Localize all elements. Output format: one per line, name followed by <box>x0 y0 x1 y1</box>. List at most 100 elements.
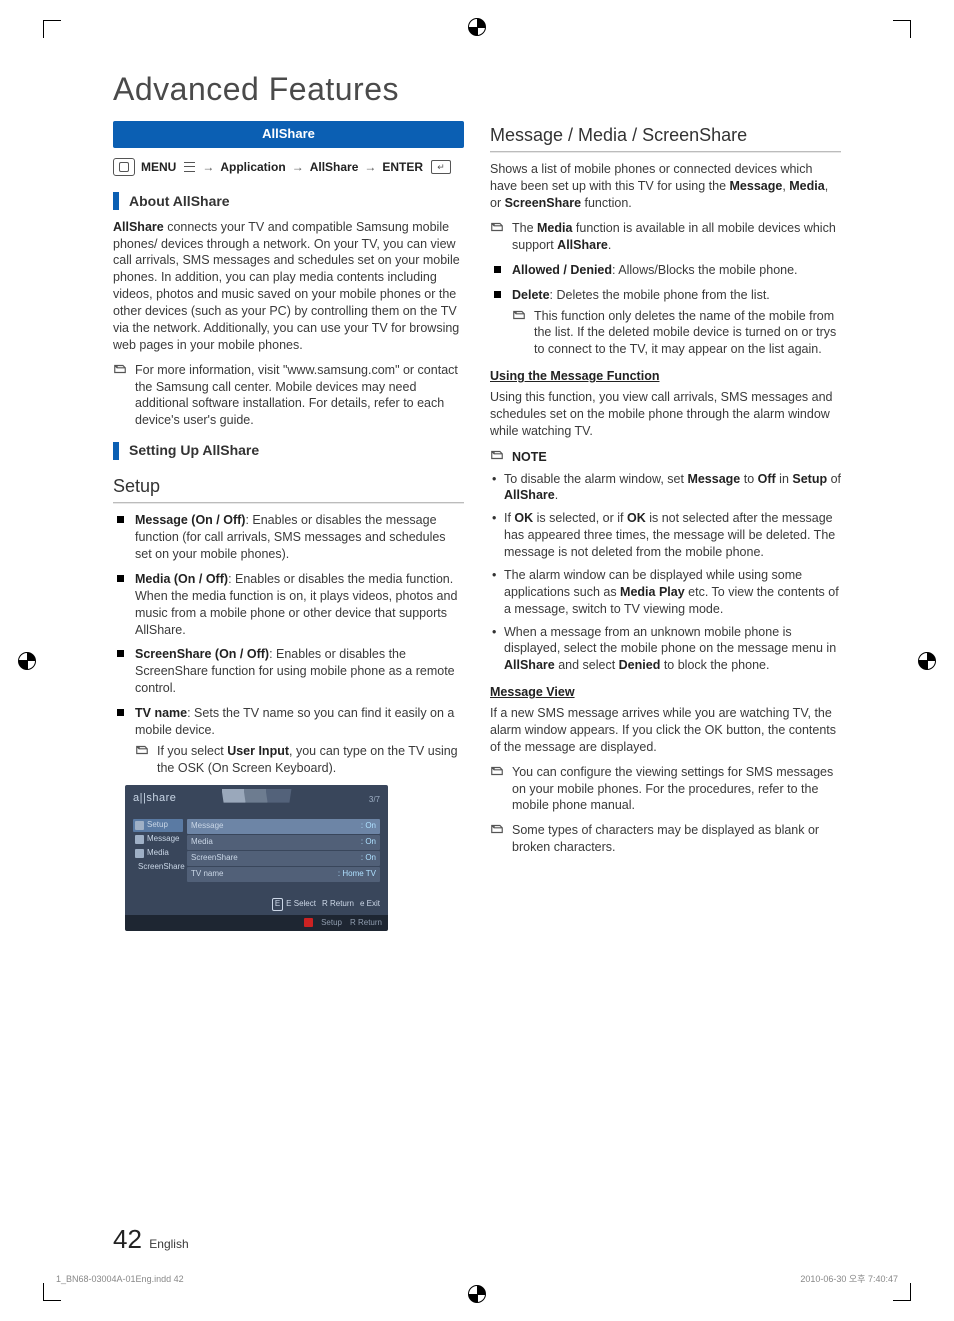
tv-row-tvname: TV name: Home TV <box>187 867 380 882</box>
crop-mark <box>910 1283 911 1301</box>
note-heading: NOTE <box>490 448 841 467</box>
menu-path: MENU → Application → AllShare → ENTER <box>113 158 464 176</box>
crop-mark <box>893 20 911 21</box>
media-note-text: The Media function is available in all m… <box>512 220 841 254</box>
tv-action-return: R Return <box>322 899 354 910</box>
media-note: The Media function is available in all m… <box>490 220 841 254</box>
note-icon <box>113 362 127 430</box>
tv-row-screenshare: ScreenShare: On <box>187 851 380 866</box>
footer-filename: 1_BN68-03004A-01Eng.indd 42 <box>56 1273 184 1285</box>
tv-tab <box>244 789 270 803</box>
note-icon <box>490 448 504 467</box>
tv-action-select: EE Select <box>272 898 316 911</box>
note-icon <box>490 220 504 254</box>
tv-tabs <box>224 789 290 803</box>
setup-list: Message (On / Off): Enables or disables … <box>113 512 464 776</box>
tvname-note-text: If you select User Input, you can type o… <box>157 743 464 777</box>
action-delete: Delete: Deletes the mobile phone from th… <box>490 287 841 359</box>
about-body-text: connects your TV and compatible Samsung … <box>113 220 460 352</box>
tv-row-media: Media: On <box>187 835 380 850</box>
mms-heading: Message / Media / ScreenShare <box>490 123 841 147</box>
arrow-icon: → <box>292 159 304 175</box>
about-allshare-body: AllShare connects your TV and compatible… <box>113 219 464 354</box>
page-language: English <box>149 1237 188 1251</box>
menu-label: MENU <box>141 159 176 175</box>
footer-meta: 1_BN68-03004A-01Eng.indd 42 2010-06-30 오… <box>56 1273 898 1285</box>
note-icon <box>135 743 149 777</box>
setup-item-message: Message (On / Off): Enables or disables … <box>113 512 464 563</box>
page-number-value: 42 <box>113 1224 142 1254</box>
tv-ui-figure: a||share 3/7 Setup Message Media <box>125 785 388 932</box>
registration-mark-icon <box>18 652 36 670</box>
note-item: When a message from an unknown mobile ph… <box>490 624 841 675</box>
right-column: Message / Media / ScreenShare Shows a li… <box>490 121 841 931</box>
note-item: To disable the alarm window, set Message… <box>490 471 841 505</box>
footer-timestamp: 2010-06-30 오후 7:40:47 <box>800 1273 898 1285</box>
crop-mark <box>893 1300 911 1301</box>
setting-up-heading: Setting Up AllShare <box>113 441 464 460</box>
tv-nav-setup: Setup <box>133 819 183 832</box>
about-note-text: For more information, visit "www.samsung… <box>135 362 464 430</box>
arrow-icon: → <box>202 159 214 175</box>
tv-bottom-return: R Return <box>350 918 382 929</box>
setup-item-screenshare: ScreenShare (On / Off): Enables or disab… <box>113 646 464 697</box>
arrow-icon: → <box>364 159 376 175</box>
msg-view-note-2-text: Some types of characters may be displaye… <box>512 822 841 856</box>
horizontal-rule <box>113 502 464 504</box>
action-allowed-denied: Allowed / Denied: Allows/Blocks the mobi… <box>490 262 841 279</box>
tv-nav-media: Media <box>133 847 183 860</box>
red-a-button-icon <box>304 918 313 927</box>
media-icon <box>135 849 144 858</box>
bc-allshare: AllShare <box>310 159 359 175</box>
note-label: NOTE <box>512 449 547 466</box>
registration-mark-icon <box>468 1285 486 1303</box>
tv-brand-label: a||share <box>133 792 176 804</box>
delete-note: This function only deletes the name of t… <box>512 308 841 359</box>
gear-icon <box>135 821 144 830</box>
tv-bottom-setup: Setup <box>321 918 342 929</box>
message-view-heading: Message View <box>490 684 841 701</box>
msg-view-note-1-text: You can configure the viewing settings f… <box>512 764 841 815</box>
page-content: Advanced Features AllShare MENU → Applic… <box>113 68 841 1261</box>
msg-view-note-2: Some types of characters may be displaye… <box>490 822 841 856</box>
message-view-body: If a new SMS message arrives while you a… <box>490 705 841 756</box>
crop-mark <box>43 1283 44 1301</box>
enter-icon <box>431 160 451 174</box>
tv-app-screen: a||share 3/7 Setup Message Media <box>125 785 388 915</box>
remote-icon <box>113 158 135 176</box>
horizontal-rule <box>490 151 841 153</box>
section-bar-allshare: AllShare <box>113 121 464 148</box>
columns: AllShare MENU → Application → AllShare →… <box>113 121 841 931</box>
msg-view-note-1: You can configure the viewing settings f… <box>490 764 841 815</box>
tv-nav-screenshare: ScreenShare <box>133 861 183 874</box>
left-column: AllShare MENU → Application → AllShare →… <box>113 121 464 931</box>
note-icon <box>512 308 526 359</box>
envelope-icon <box>135 835 144 844</box>
tvname-note: If you select User Input, you can type o… <box>135 743 464 777</box>
setup-item-media: Media (On / Off): Enables or disables th… <box>113 571 464 639</box>
setup-heading: Setup <box>113 474 464 498</box>
tv-tab <box>266 789 292 803</box>
tv-nav-message: Message <box>133 833 183 846</box>
setup-item-tvname: TV name: Sets the TV name so you can fin… <box>113 705 464 777</box>
about-allshare-heading-text: About AllShare <box>129 192 230 211</box>
note-item: The alarm window can be displayed while … <box>490 567 841 618</box>
phone-list-actions: Allowed / Denied: Allows/Blocks the mobi… <box>490 262 841 358</box>
using-message-heading: Using the Message Function <box>490 368 841 385</box>
tv-row-message: Message: On <box>187 819 380 834</box>
crop-mark <box>43 20 44 38</box>
enter-label: ENTER <box>382 159 423 175</box>
note-icon <box>490 764 504 815</box>
crop-mark <box>43 20 61 21</box>
using-message-body: Using this function, you view call arriv… <box>490 389 841 440</box>
mms-intro: Shows a list of mobile phones or connect… <box>490 161 841 212</box>
tv-counter: 3/7 <box>369 795 380 806</box>
crop-mark <box>43 1300 61 1301</box>
delete-note-text: This function only deletes the name of t… <box>534 308 841 359</box>
tv-action-bar: EE Select R Return e Exit <box>272 898 380 911</box>
setting-up-heading-text: Setting Up AllShare <box>129 441 259 460</box>
tv-action-exit: e Exit <box>360 899 380 910</box>
note-item: If OK is selected, or if OK is not selec… <box>490 510 841 561</box>
page-title: Advanced Features <box>113 68 841 111</box>
tv-settings-panel: Message: On Media: On ScreenShare: On TV… <box>187 819 380 899</box>
